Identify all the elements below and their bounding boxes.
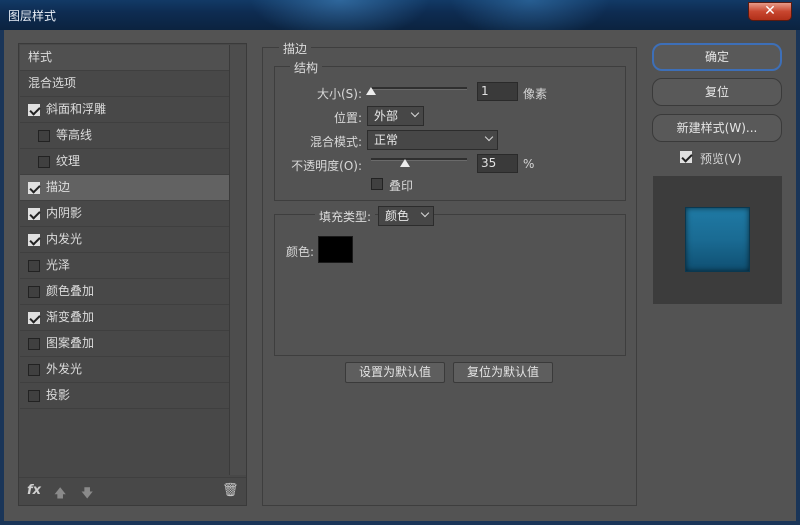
styles-scrollbar[interactable] — [229, 45, 246, 475]
style-item-checkbox[interactable] — [28, 312, 40, 324]
style-item-label: 等高线 — [56, 128, 93, 142]
style-item-label: 斜面和浮雕 — [46, 102, 107, 116]
style-item-checkbox[interactable] — [28, 260, 40, 272]
style-item[interactable]: 图案叠加 — [20, 331, 246, 357]
preview-swatch — [685, 207, 750, 272]
styles-header[interactable]: 样式 — [20, 45, 246, 71]
chevron-down-icon — [420, 208, 430, 218]
style-item[interactable]: 描边+ — [20, 175, 246, 201]
style-item-checkbox[interactable] — [28, 182, 40, 194]
move-down-icon[interactable]: 🡇 — [81, 484, 95, 500]
preview-label: 预览(V) — [700, 152, 742, 166]
style-item-checkbox[interactable] — [28, 208, 40, 220]
opacity-slider-thumb[interactable] — [399, 159, 410, 167]
style-item-label: 颜色叠加 — [46, 284, 95, 298]
opacity-unit: % — [523, 157, 535, 171]
blend-mode-select[interactable]: 正常 — [367, 130, 498, 150]
reset-default-button[interactable]: 复位为默认值 — [453, 362, 553, 383]
styles-list: 样式 混合选项 斜面和浮雕等高线纹理描边+内阴影+ 内发光光泽颜色叠加+渐变叠加+… — [20, 45, 246, 409]
styles-header-label: 样式 — [28, 50, 53, 64]
fill-type-value: 颜色 — [385, 209, 410, 223]
style-item-checkbox[interactable] — [28, 390, 40, 402]
blend-options-label: 混合选项 — [28, 76, 77, 90]
structure-title: 结构 — [290, 59, 323, 76]
styles-toolbar: fx 🡅 🡇 🗑 — [19, 477, 246, 505]
title-glow — [450, 0, 610, 30]
preview-checkbox[interactable] — [680, 151, 692, 163]
style-item-checkbox[interactable] — [28, 364, 40, 376]
window-title: 图层样式 — [8, 9, 57, 23]
style-item-checkbox[interactable] — [38, 130, 50, 142]
color-swatch[interactable] — [318, 236, 353, 263]
title-glow — [250, 0, 430, 30]
move-up-icon[interactable]: 🡅 — [54, 484, 68, 500]
opacity-label: 不透明度(O): — [291, 159, 362, 173]
size-label: 大小(S): — [316, 87, 362, 101]
fx-button[interactable]: fx — [27, 483, 41, 498]
size-slider-track[interactable] — [371, 87, 467, 90]
close-icon: ✕ — [764, 3, 776, 19]
chevron-down-icon — [410, 108, 420, 118]
style-item-label: 内发光 — [46, 232, 83, 246]
style-item-checkbox[interactable] — [28, 286, 40, 298]
new-style-button[interactable]: 新建样式(W)... — [652, 114, 782, 142]
style-item[interactable]: 内阴影+ — [20, 201, 246, 227]
fill-type-label: 填充类型: — [315, 208, 376, 225]
styles-panel: 样式 混合选项 斜面和浮雕等高线纹理描边+内阴影+ 内发光光泽颜色叠加+渐变叠加+… — [18, 43, 247, 506]
color-label: 颜色: — [286, 245, 315, 259]
stroke-section-title: 描边 — [279, 40, 312, 57]
overprint-label: 叠印 — [389, 179, 414, 193]
size-unit: 像素 — [523, 87, 548, 101]
position-label: 位置: — [333, 111, 362, 125]
style-item[interactable]: 颜色叠加+ — [20, 279, 246, 305]
style-item-checkbox[interactable] — [38, 156, 50, 168]
style-item-label: 渐变叠加 — [46, 310, 95, 324]
style-item-label: 图案叠加 — [46, 336, 95, 350]
style-item[interactable]: 等高线 — [20, 123, 246, 149]
set-default-button[interactable]: 设置为默认值 — [345, 362, 445, 383]
style-item-label: 内阴影 — [46, 206, 83, 220]
size-slider-thumb[interactable] — [366, 87, 376, 95]
blend-mode-label: 混合模式: — [309, 135, 362, 149]
position-value: 外部 — [374, 109, 399, 123]
style-item[interactable]: 纹理 — [20, 149, 246, 175]
ok-button[interactable]: 确定 — [652, 43, 782, 71]
blend-options-item[interactable]: 混合选项 — [20, 71, 246, 97]
preview-area — [653, 176, 782, 304]
style-item[interactable]: 外发光 — [20, 357, 246, 383]
size-input[interactable]: 1 — [477, 82, 518, 101]
style-item-checkbox[interactable] — [28, 338, 40, 350]
style-item-label: 外发光 — [46, 362, 83, 376]
style-item[interactable]: 内发光 — [20, 227, 246, 253]
style-item-checkbox[interactable] — [28, 234, 40, 246]
style-item[interactable]: 斜面和浮雕 — [20, 97, 246, 123]
style-item[interactable]: 渐变叠加+ — [20, 305, 246, 331]
chevron-down-icon — [484, 132, 494, 142]
blend-mode-value: 正常 — [374, 133, 399, 147]
title-bar: 图层样式 ✕ — [0, 0, 800, 30]
style-item-label: 投影 — [46, 388, 71, 402]
trash-icon[interactable]: 🗑 — [222, 483, 239, 498]
style-item[interactable]: 光泽 — [20, 253, 246, 279]
fill-type-select[interactable]: 颜色 — [378, 206, 434, 226]
reset-button[interactable]: 复位 — [652, 78, 782, 106]
style-item-label: 描边 — [46, 180, 71, 194]
opacity-input[interactable]: 35 — [477, 154, 518, 173]
style-item-label: 纹理 — [56, 154, 81, 168]
style-item-checkbox[interactable] — [28, 104, 40, 116]
opacity-slider-track[interactable] — [371, 158, 467, 161]
close-button[interactable]: ✕ — [748, 2, 792, 21]
style-item-label: 光泽 — [46, 258, 71, 272]
position-select[interactable]: 外部 — [367, 106, 424, 126]
overprint-checkbox[interactable] — [371, 178, 383, 190]
style-item[interactable]: 投影+ — [20, 383, 246, 409]
